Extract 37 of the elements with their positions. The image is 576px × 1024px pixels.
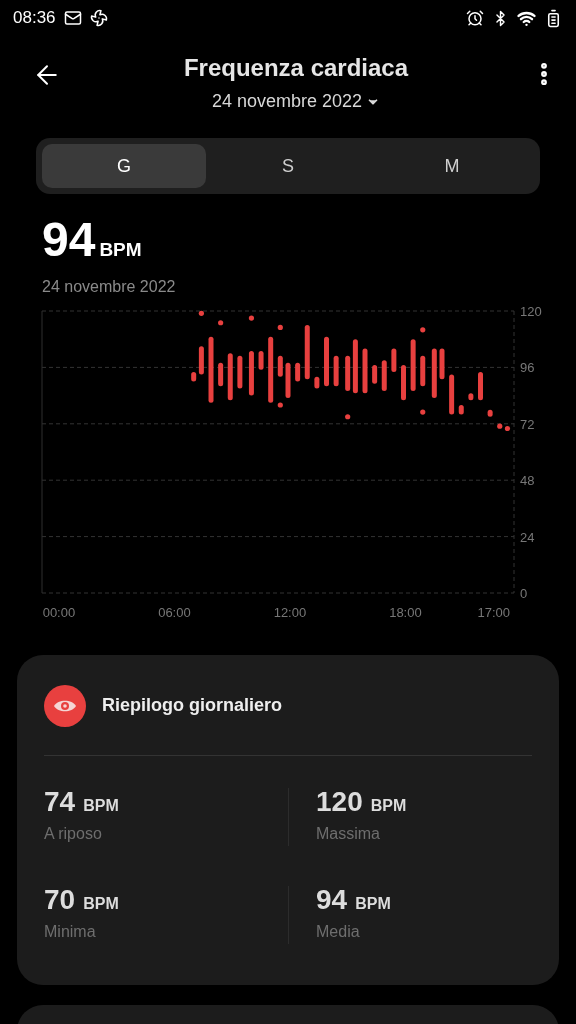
stat-value: 74 <box>44 787 76 816</box>
stat-label: Massima <box>316 823 381 844</box>
x-axis-label: 12:00 <box>273 604 307 620</box>
stat-label: A riposo <box>44 823 103 844</box>
period-tab[interactable]: S <box>206 144 370 188</box>
current-bpm-value: 94 <box>42 216 96 264</box>
stat-label: Media <box>316 921 361 942</box>
stat-unit: BPM <box>370 795 407 816</box>
fan-icon <box>89 9 108 27</box>
y-axis-label: 48 <box>520 472 535 488</box>
page-title: Frequenza cardiaca <box>183 53 409 83</box>
y-axis-label: 96 <box>520 359 535 375</box>
stat-unit: BPM <box>355 893 391 914</box>
y-axis-label: 72 <box>520 416 535 432</box>
x-axis-label: 17:00 <box>477 604 510 620</box>
stat-value: 70 <box>44 885 76 914</box>
x-axis-label: 06:00 <box>158 604 191 620</box>
eye-icon <box>44 684 86 727</box>
x-axis-label: 18:00 <box>389 604 422 620</box>
stat-unit: BPM <box>83 795 119 816</box>
period-tab[interactable]: G <box>42 144 206 188</box>
x-axis-label: 00:00 <box>42 604 76 620</box>
stat-value: 94 <box>316 885 348 914</box>
stat-label: Minima <box>44 921 97 942</box>
period-tab[interactable]: M <box>370 144 534 188</box>
stat-value: 120 <box>316 787 363 816</box>
mail-icon <box>63 9 82 27</box>
stat-unit: BPM <box>83 893 119 914</box>
current-bpm-unit: BPM <box>99 238 142 262</box>
status-time: 08:36 <box>13 7 56 30</box>
alarm-icon <box>466 9 484 27</box>
current-date: 24 novembre 2022 <box>42 277 176 295</box>
date-picker[interactable]: 24 novembre 2022 <box>211 88 381 115</box>
y-axis-label: 120 <box>520 303 542 319</box>
summary-title: Riepilogo giornaliero <box>102 694 282 717</box>
y-axis-label: 24 <box>520 529 535 545</box>
y-axis-label: 0 <box>520 585 528 601</box>
